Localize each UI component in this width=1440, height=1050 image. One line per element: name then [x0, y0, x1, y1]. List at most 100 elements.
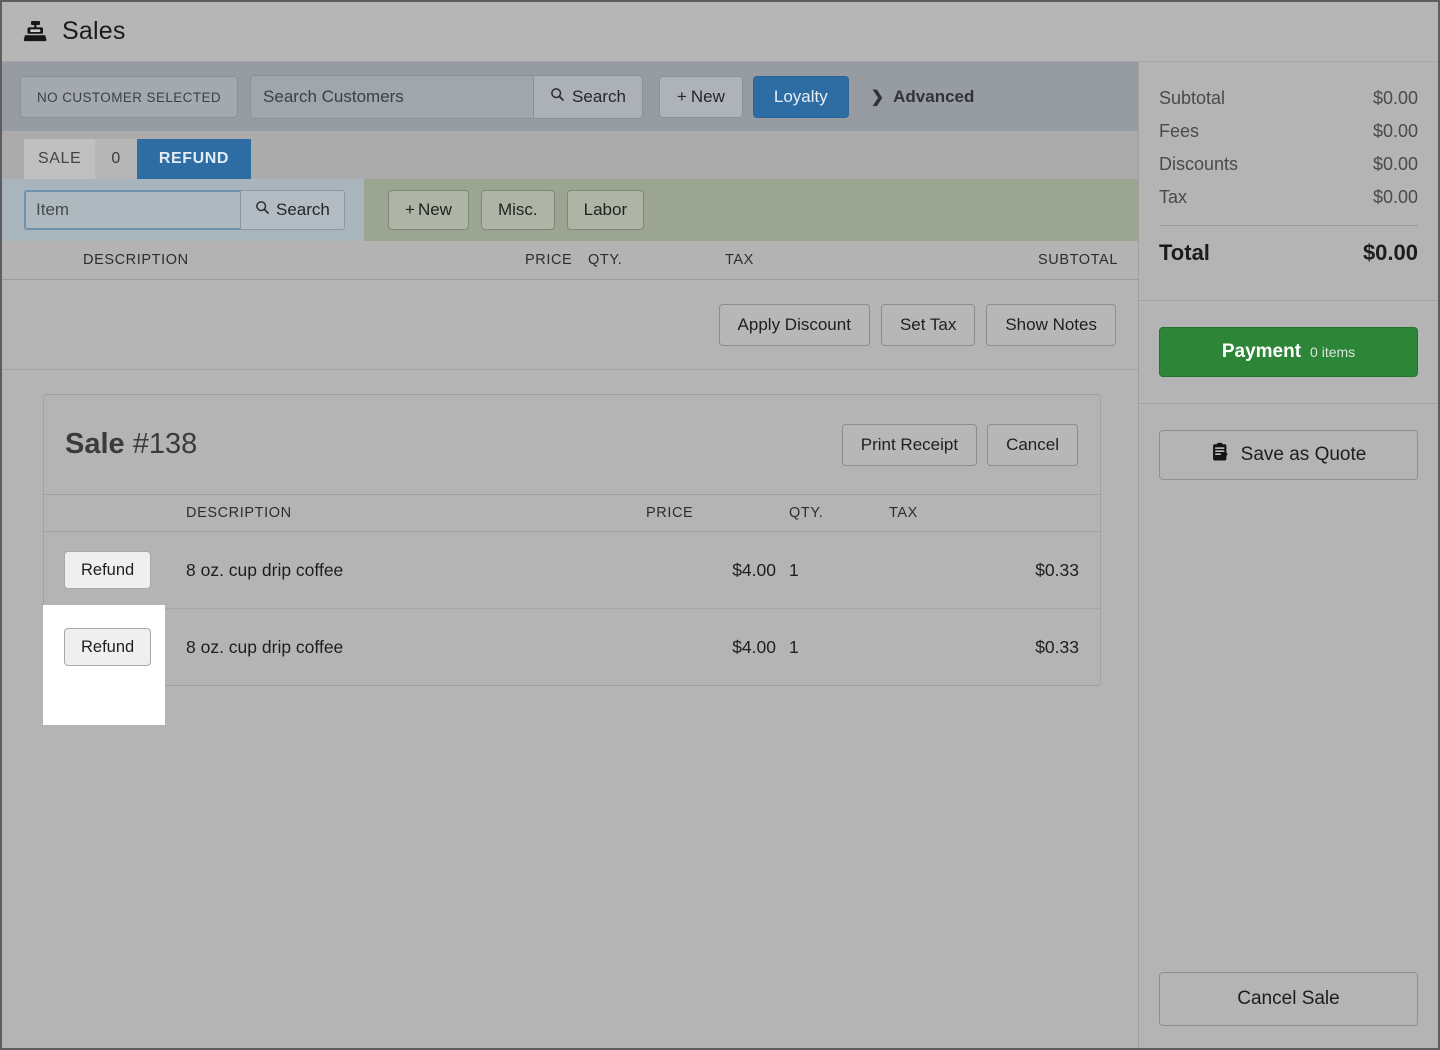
customer-search-button[interactable]: Search: [533, 74, 643, 119]
sale-title-number: #138: [132, 428, 198, 460]
header-price: PRICE: [525, 252, 573, 268]
line-items-header: DESCRIPTION PRICE QTY. TAX SUBTOTAL: [2, 241, 1138, 280]
new-customer-button-label: New: [690, 86, 725, 106]
tab-sale-label: SALE: [38, 150, 82, 167]
customer-search-group: Search: [250, 74, 643, 119]
sale-card-header: Sale #138 Print Receipt Cancel: [44, 395, 1100, 495]
sale-table-body: Refund 8 oz. cup drip coffee $4.00 1 $0.…: [44, 531, 1100, 686]
labor-item-button[interactable]: Labor: [566, 190, 645, 230]
cell-tax: $0.33: [889, 531, 1100, 609]
tab-sale[interactable]: SALE 0: [24, 139, 137, 179]
new-item-button[interactable]: + New: [388, 190, 469, 230]
col-header-price: PRICE: [646, 495, 789, 532]
sale-table-header-row: DESCRIPTION PRICE QTY. TAX: [44, 495, 1100, 532]
cancel-button[interactable]: Cancel: [987, 423, 1078, 466]
sale-line-items-table: DESCRIPTION PRICE QTY. TAX Refund 8 oz. …: [44, 495, 1100, 685]
payment-section: Payment 0 items: [1139, 301, 1438, 403]
labor-item-button-label: Labor: [583, 200, 628, 219]
transaction-tabs: SALE 0 REFUND: [2, 131, 1138, 179]
tab-refund-label: REFUND: [158, 150, 230, 167]
misc-item-button[interactable]: Misc.: [480, 190, 555, 230]
print-receipt-button[interactable]: Print Receipt: [841, 423, 978, 466]
col-header-tax: TAX: [889, 495, 1100, 532]
sale-card-header-buttons: Print Receipt Cancel: [841, 423, 1078, 466]
discounts-value: $0.00: [1372, 154, 1418, 174]
apply-discount-button[interactable]: Apply Discount: [718, 303, 870, 346]
payment-button[interactable]: Payment 0 items: [1159, 327, 1418, 377]
clipboard-icon: [1211, 442, 1230, 468]
save-as-quote-button[interactable]: Save as Quote: [1159, 430, 1418, 480]
search-icon: [550, 87, 565, 107]
refund-button[interactable]: Refund: [64, 551, 152, 589]
item-search-input[interactable]: [24, 190, 240, 230]
loyalty-button-label: Loyalty: [773, 86, 828, 106]
payment-items-count: 0 items: [1310, 344, 1356, 360]
cell-description: 8 oz. cup drip coffee: [186, 636, 344, 657]
plus-icon: +: [676, 86, 687, 106]
totals-block: Subtotal $0.00 Fees $0.00 Discounts $0.0…: [1139, 62, 1438, 300]
payment-button-label: Payment: [1221, 341, 1302, 362]
subtotal-value: $0.00: [1372, 88, 1418, 108]
fees-label: Fees: [1159, 121, 1200, 141]
total-row-discounts: Discounts $0.00: [1159, 154, 1418, 175]
refund-button-wrap: Refund: [64, 551, 152, 589]
col-header-qty: QTY.: [789, 495, 889, 532]
cell-qty: 1: [789, 531, 889, 609]
tab-sale-count: 0: [95, 139, 137, 179]
total-row-fees: Fees $0.00: [1159, 121, 1418, 142]
total-row-tax: Tax $0.00: [1159, 187, 1418, 208]
header-subtotal: SUBTOTAL: [1037, 252, 1118, 268]
col-header-description: DESCRIPTION: [186, 495, 646, 532]
col-header-action: [44, 495, 186, 532]
refund-button[interactable]: Refund: [64, 628, 152, 666]
header-description: DESCRIPTION: [83, 252, 189, 268]
show-notes-button[interactable]: Show Notes: [986, 303, 1116, 346]
pos-app-window: Sales NO CUSTOMER SELECTED Search Custom…: [0, 0, 1440, 1050]
main-body: NO CUSTOMER SELECTED Search Customers Se…: [2, 62, 1438, 1048]
sale-card-title: Sale #138: [65, 428, 197, 461]
header-qty: QTY.: [588, 252, 623, 268]
refund-button-wrap: Refund: [64, 628, 152, 666]
cancel-sale-section: Cancel Sale: [1159, 972, 1418, 1026]
subtotal-label: Subtotal: [1159, 88, 1226, 108]
line-item-actions-row: Apply Discount Set Tax Show Notes: [2, 280, 1138, 370]
tab-refund[interactable]: REFUND: [136, 139, 252, 179]
cell-description: 8 oz. cup drip coffee: [186, 531, 646, 609]
cancel-sale-button[interactable]: Cancel Sale: [1159, 972, 1418, 1026]
customer-search-button-label: Search: [572, 86, 626, 106]
sale-title-word: Sale: [65, 428, 125, 460]
plus-icon: +: [405, 200, 415, 219]
total-row-grand: Total $0.00: [1159, 240, 1418, 266]
item-search-button-label: Search: [276, 200, 330, 219]
cell-qty: 1: [789, 636, 799, 657]
tax-label: Tax: [1159, 187, 1188, 207]
cell-action: Refund: [44, 531, 186, 609]
set-tax-button[interactable]: Set Tax: [880, 303, 976, 346]
totals-sidebar: Subtotal $0.00 Fees $0.00 Discounts $0.0…: [1138, 62, 1438, 1048]
discounts-label: Discounts: [1159, 154, 1239, 174]
left-pane: NO CUSTOMER SELECTED Search Customers Se…: [2, 62, 1138, 1048]
total-row-subtotal: Subtotal $0.00: [1159, 88, 1418, 109]
customer-toolbar: NO CUSTOMER SELECTED Search Customers Se…: [2, 62, 1138, 131]
item-search-button[interactable]: Search: [240, 190, 345, 230]
search-icon: [255, 200, 270, 220]
totals-divider: [1159, 225, 1418, 226]
chevron-right-icon: ❯: [870, 88, 885, 106]
advanced-toggle[interactable]: ❯ Advanced: [871, 87, 975, 107]
new-customer-button[interactable]: + New: [658, 75, 743, 118]
tax-value: $0.00: [1372, 187, 1418, 207]
advanced-label: Advanced: [893, 86, 975, 106]
table-row: Refund 8 oz. cup drip coffee $4.00 1 $0.…: [44, 609, 1100, 686]
no-customer-selected-chip[interactable]: NO CUSTOMER SELECTED: [20, 75, 239, 118]
page-title: Sales: [62, 17, 126, 45]
item-action-buttons: + New Misc. Labor: [364, 179, 1138, 241]
cell-price: $4.00: [732, 636, 776, 657]
loyalty-button[interactable]: Loyalty: [752, 75, 849, 118]
new-item-button-label: New: [417, 200, 452, 219]
sale-card: Sale #138 Print Receipt Cancel DESCRIPTI…: [43, 394, 1101, 686]
customer-search-input[interactable]: [250, 74, 534, 119]
table-row: Refund 8 oz. cup drip coffee $4.00 1 $0.…: [44, 531, 1100, 609]
quote-section: Save as Quote: [1139, 404, 1438, 506]
item-search-group: Search: [2, 179, 364, 241]
misc-item-button-label: Misc.: [497, 200, 538, 219]
